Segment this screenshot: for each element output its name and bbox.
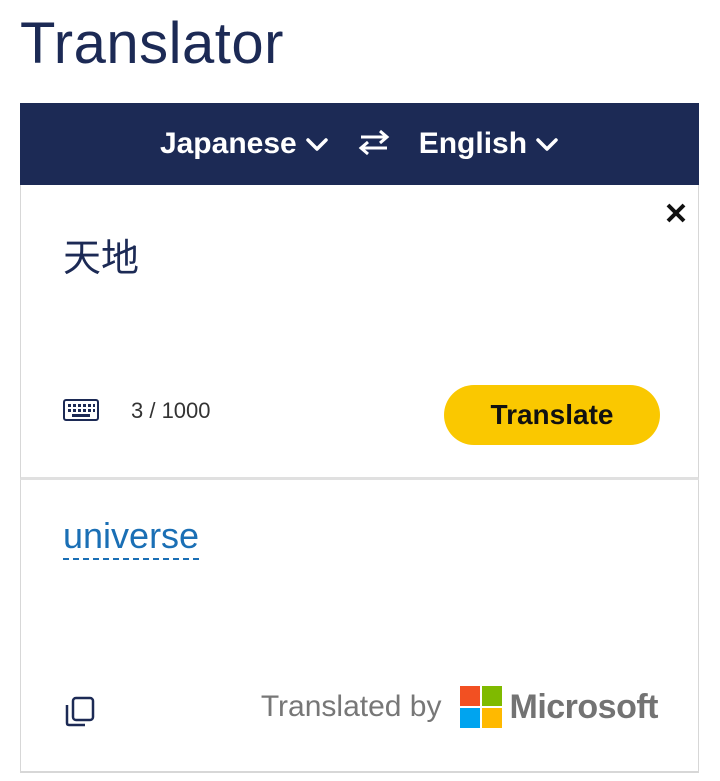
source-text-input[interactable]: 天地 [63, 227, 139, 282]
chevron-down-icon [535, 127, 559, 161]
keyboard-button[interactable] [63, 399, 99, 426]
output-panel: universe Translated by Microsoft [20, 480, 699, 773]
keyboard-icon [63, 399, 99, 425]
attribution-label: Translated by [260, 690, 442, 723]
microsoft-squares-icon [459, 686, 502, 728]
chevron-down-icon [305, 127, 329, 161]
target-language-select[interactable]: English [419, 127, 559, 161]
copy-icon [63, 696, 97, 731]
close-icon [665, 202, 687, 229]
target-language-label: English [418, 127, 528, 160]
swap-arrows-icon [357, 128, 391, 161]
attribution: Translated by Microsoft [261, 686, 658, 728]
source-language-select[interactable]: Japanese [160, 127, 329, 161]
swap-languages-button[interactable] [357, 128, 391, 161]
microsoft-wordmark: Microsoft [509, 687, 659, 726]
translate-button[interactable]: Translate [444, 385, 660, 445]
microsoft-logo: Microsoft [459, 686, 659, 728]
translation-result[interactable]: universe [63, 516, 200, 560]
page-title: Translator [20, 11, 284, 76]
translator-widget: Japanese English 天地 3 / 1000 Translate u… [20, 103, 699, 773]
language-bar: Japanese English [20, 103, 699, 185]
character-count: 3 / 1000 [131, 398, 211, 423]
clear-input-button[interactable] [662, 201, 690, 229]
input-panel: 天地 3 / 1000 Translate [20, 185, 699, 480]
source-language-label: Japanese [159, 127, 297, 160]
copy-button[interactable] [63, 695, 97, 732]
